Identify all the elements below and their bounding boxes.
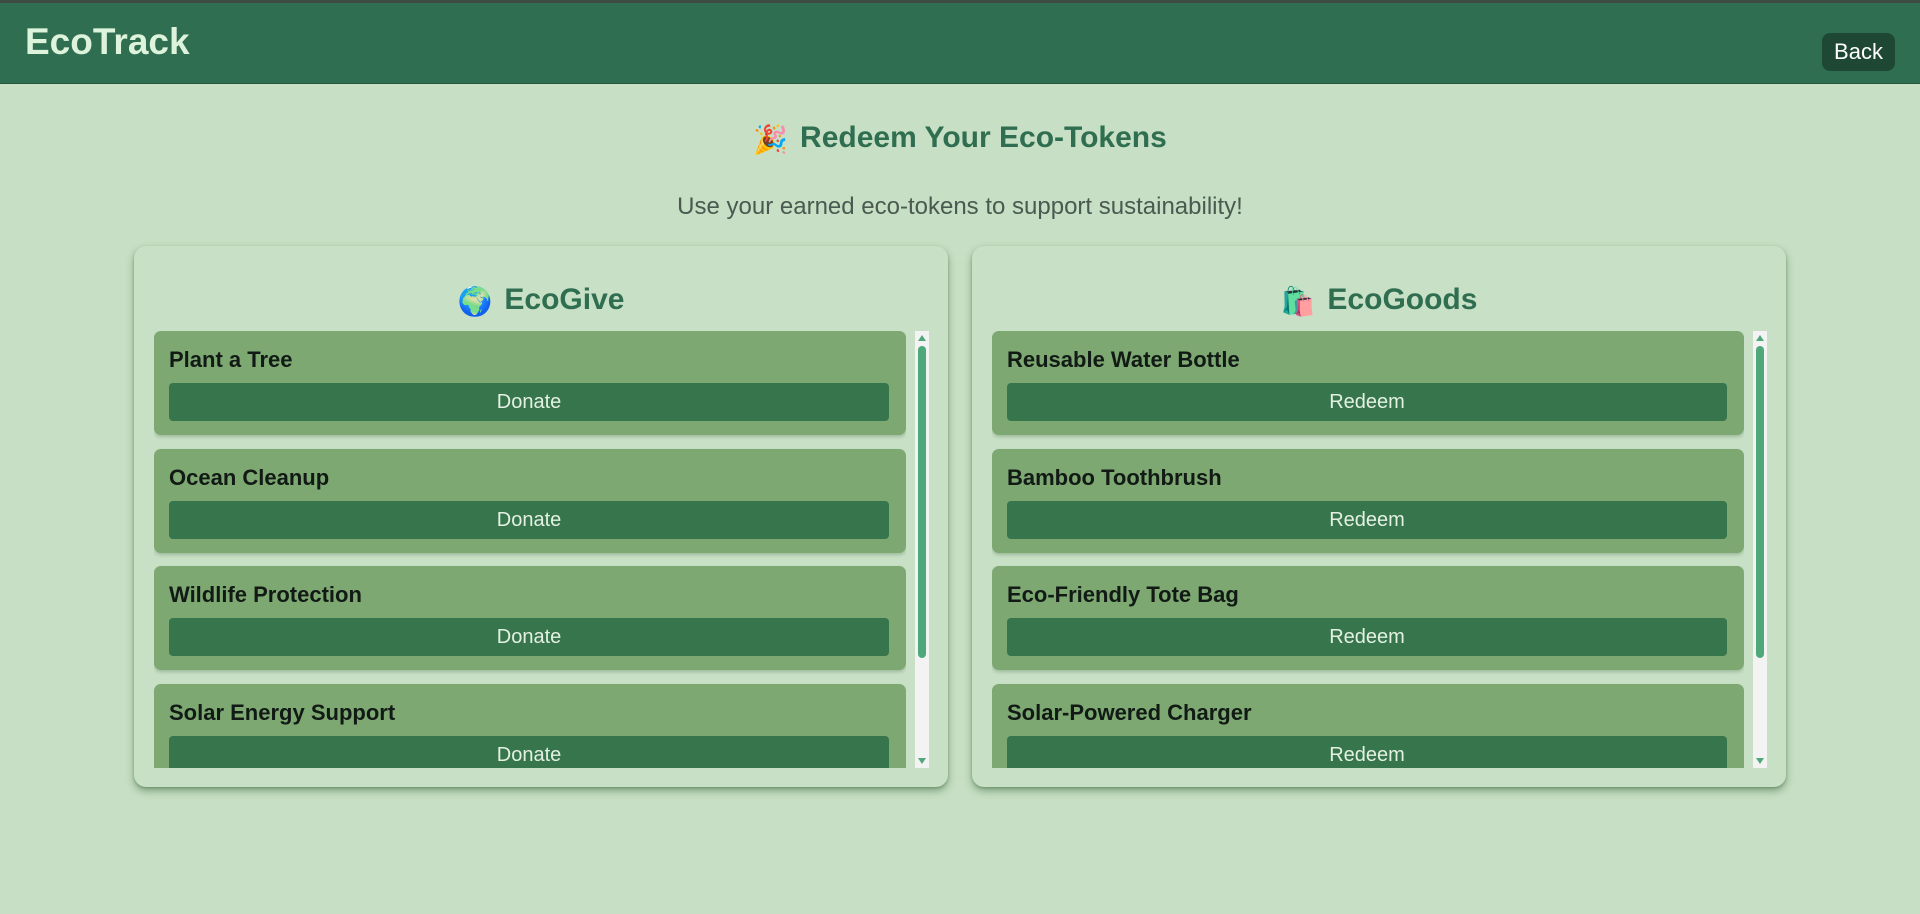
ecogive-item-name: Ocean Cleanup [169, 465, 330, 490]
ecogoods-panel: 🛍️ EcoGoods Reusable Water Bottle Redeem … [972, 246, 1786, 787]
redeem-button[interactable]: Redeem [1007, 383, 1727, 421]
redeem-button[interactable]: Redeem [1007, 618, 1727, 656]
ecogive-item-name: Plant a Tree [169, 347, 293, 372]
page-title-text: Redeem Your Eco-Tokens [800, 121, 1167, 154]
ecogoods-item-name: Reusable Water Bottle [1007, 347, 1240, 372]
ecogive-item-plant-a-tree: Plant a Tree Donate [154, 331, 906, 435]
ecogive-scrollbar[interactable] [915, 331, 929, 768]
ecogoods-item-reusable-water-bottle: Reusable Water Bottle Redeem [992, 331, 1744, 435]
redeem-button[interactable]: Redeem [1007, 501, 1727, 539]
ecogoods-item-name: Eco-Friendly Tote Bag [1007, 582, 1239, 607]
ecogoods-item-name: Bamboo Toothbrush [1007, 465, 1222, 490]
ecogive-item-name: Wildlife Protection [169, 582, 362, 607]
ecogoods-scrollbar[interactable] [1753, 331, 1767, 768]
scroll-thumb[interactable] [1756, 346, 1764, 658]
ecogoods-item-eco-friendly-tote-bag: Eco-Friendly Tote Bag Redeem [992, 566, 1744, 670]
donate-button[interactable]: Donate [169, 383, 889, 421]
ecogive-title-text: EcoGive [504, 283, 625, 316]
ecogive-item-name: Solar Energy Support [169, 700, 396, 725]
globe-icon: 🌍 [457, 286, 493, 317]
ecogoods-item-name: Solar-Powered Charger [1007, 700, 1252, 725]
page-title: 🎉 Redeem Your Eco-Tokens [0, 118, 1920, 160]
scroll-up-arrow-icon[interactable] [1756, 335, 1764, 341]
app-header: EcoTrack Back [0, 3, 1920, 84]
page-subtitle: Use your earned eco-tokens to support su… [677, 193, 1243, 220]
ecogive-item-solar-energy-support: Solar Energy Support Donate [154, 684, 906, 768]
ecogive-item-ocean-cleanup: Ocean Cleanup Donate [154, 449, 906, 553]
ecogive-item-wildlife-protection: Wildlife Protection Donate [154, 566, 906, 670]
ecogoods-title: 🛍️ EcoGoods [972, 282, 1786, 320]
party-popper-icon: 🎉 [753, 124, 789, 155]
donate-button[interactable]: Donate [169, 736, 889, 768]
back-button[interactable]: Back [1822, 33, 1895, 71]
ecogoods-item-solar-powered-charger: Solar-Powered Charger Redeem [992, 684, 1744, 768]
ecogoods-title-text: EcoGoods [1327, 283, 1478, 316]
donate-button[interactable]: Donate [169, 501, 889, 539]
ecogoods-list[interactable]: Reusable Water Bottle Redeem Bamboo Toot… [992, 331, 1744, 768]
app-title: EcoTrack [25, 21, 190, 62]
donate-button[interactable]: Donate [169, 618, 889, 656]
redeem-button[interactable]: Redeem [1007, 736, 1727, 768]
ecogive-list[interactable]: Plant a Tree Donate Ocean Cleanup Donate… [154, 331, 906, 768]
ecogoods-item-bamboo-toothbrush: Bamboo Toothbrush Redeem [992, 449, 1744, 553]
ecogive-panel: 🌍 EcoGive Plant a Tree Donate Ocean Clean… [134, 246, 948, 787]
ecogive-title: 🌍 EcoGive [134, 282, 948, 320]
scroll-down-arrow-icon[interactable] [1756, 758, 1764, 764]
scroll-down-arrow-icon[interactable] [918, 758, 926, 764]
scroll-up-arrow-icon[interactable] [918, 335, 926, 341]
shopping-bags-icon: 🛍️ [1280, 286, 1316, 317]
scroll-thumb[interactable] [918, 346, 926, 658]
